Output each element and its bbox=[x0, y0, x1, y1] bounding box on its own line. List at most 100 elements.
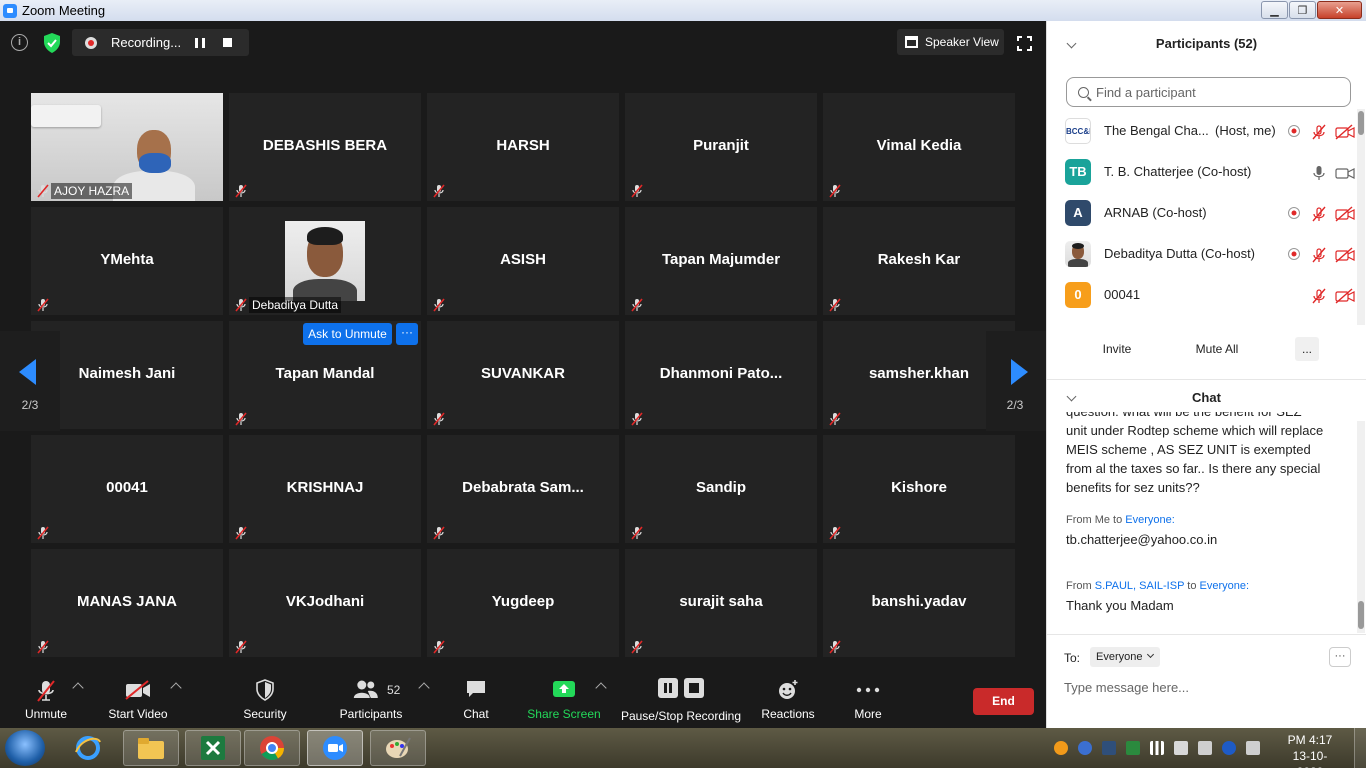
next-page-button[interactable]: 2/3 bbox=[986, 331, 1046, 431]
participant-tile-name: Tapan Majumder bbox=[661, 251, 781, 268]
close-button[interactable]: ✕ bbox=[1317, 1, 1362, 19]
info-icon[interactable]: i bbox=[11, 34, 28, 51]
video-area: i Recording... Speaker View AJOY HAZRA DE… bbox=[0, 21, 1046, 728]
chat-recipient-dropdown[interactable]: Everyone bbox=[1090, 647, 1160, 667]
participant-tile[interactable]: Yugdeep bbox=[427, 549, 619, 657]
taskbar-zoom[interactable] bbox=[307, 730, 363, 766]
participant-row[interactable]: A ARNAB (Co-host) bbox=[1047, 192, 1357, 233]
participant-tile[interactable]: Puranjit bbox=[625, 93, 817, 201]
maximize-button[interactable]: ❐ bbox=[1289, 1, 1316, 19]
minimize-button[interactable]: ▁ bbox=[1261, 1, 1288, 19]
participant-avatar: 0 bbox=[1065, 282, 1091, 308]
tray-network-globe-icon[interactable] bbox=[1078, 741, 1092, 755]
participant-tile[interactable]: Debabrata Sam... bbox=[427, 435, 619, 543]
participants-button[interactable]: 52 Participants bbox=[333, 657, 409, 728]
start-video-button[interactable]: Start Video bbox=[102, 657, 174, 728]
participant-tile[interactable]: ASISH bbox=[427, 207, 619, 315]
side-panel: Participants (52) BCC&I The Bengal Cha...… bbox=[1046, 21, 1366, 728]
chat-scrollbar[interactable] bbox=[1357, 421, 1365, 633]
chat-button[interactable]: Chat bbox=[452, 657, 500, 728]
taskbar-clock[interactable]: PM 4:17 13-10-2020 bbox=[1280, 732, 1340, 768]
participants-options-caret[interactable] bbox=[418, 682, 430, 694]
muted-mic-icon bbox=[235, 526, 247, 540]
taskbar-chrome[interactable] bbox=[244, 730, 300, 766]
end-meeting-button[interactable]: End bbox=[973, 688, 1034, 715]
participant-row[interactable]: Debaditya Dutta (Co-host) bbox=[1047, 233, 1357, 274]
participant-tile[interactable]: Rakesh Kar bbox=[823, 207, 1015, 315]
participant-tile[interactable]: HARSH bbox=[427, 93, 619, 201]
participant-list-scrollbar[interactable] bbox=[1357, 109, 1365, 325]
taskbar-explorer[interactable] bbox=[123, 730, 179, 766]
show-desktop-button[interactable] bbox=[1354, 728, 1366, 768]
muted-mic-icon bbox=[433, 298, 445, 312]
taskbar-internet-explorer[interactable] bbox=[60, 730, 116, 766]
pause-recording-icon[interactable] bbox=[195, 37, 205, 48]
fullscreen-icon[interactable] bbox=[1017, 36, 1032, 51]
action-center-flag-icon[interactable] bbox=[1174, 741, 1188, 755]
muted-mic-icon bbox=[37, 526, 49, 540]
participant-tile[interactable]: Vimal Kedia bbox=[823, 93, 1015, 201]
signal-strength-icon[interactable] bbox=[1150, 741, 1164, 755]
participant-tile[interactable]: AJOY HAZRA bbox=[31, 93, 223, 201]
pause-stop-recording-button[interactable]: Pause/Stop Recording bbox=[618, 657, 744, 728]
muted-mic-icon bbox=[433, 640, 445, 654]
start-button[interactable] bbox=[5, 730, 45, 766]
participant-tile[interactable]: surajit saha bbox=[625, 549, 817, 657]
mute-all-button[interactable]: Mute All bbox=[1185, 337, 1249, 361]
participant-tile[interactable]: MANAS JANA bbox=[31, 549, 223, 657]
participant-tile[interactable]: Kishore bbox=[823, 435, 1015, 543]
participant-tile[interactable]: YMehta bbox=[31, 207, 223, 315]
stop-recording-icon[interactable] bbox=[223, 38, 232, 47]
participant-tile[interactable]: DEBASHIS BERA bbox=[229, 93, 421, 201]
more-label: More bbox=[854, 707, 882, 721]
participant-tile[interactable]: 00041 bbox=[31, 435, 223, 543]
taskbar-paint[interactable] bbox=[370, 730, 426, 766]
participant-tile[interactable]: banshi.yadav bbox=[823, 549, 1015, 657]
taskbar-excel[interactable] bbox=[185, 730, 241, 766]
share-screen-button[interactable]: Share Screen bbox=[526, 657, 602, 728]
ask-to-unmute-button[interactable]: Ask to Unmute bbox=[303, 323, 392, 345]
more-button[interactable]: More bbox=[840, 657, 896, 728]
muted-mic-icon bbox=[1311, 247, 1327, 263]
participant-search-box[interactable] bbox=[1066, 77, 1351, 107]
participant-row[interactable]: 0 00041 bbox=[1047, 274, 1357, 315]
participant-scroll-thumb[interactable] bbox=[1358, 111, 1364, 135]
participant-tile[interactable]: Tapan Majumder bbox=[625, 207, 817, 315]
muted-mic-icon bbox=[37, 680, 55, 702]
participant-tile[interactable]: Debaditya Dutta bbox=[229, 207, 421, 315]
tray-v-icon[interactable] bbox=[1126, 741, 1140, 755]
chat-more-button[interactable]: ··· bbox=[1329, 647, 1351, 667]
encryption-shield-icon[interactable] bbox=[42, 32, 62, 54]
participant-tile[interactable]: KRISHNAJ bbox=[229, 435, 421, 543]
participant-row[interactable]: TB T. B. Chatterjee (Co-host) bbox=[1047, 151, 1357, 192]
tray-app-icon[interactable] bbox=[1054, 741, 1068, 755]
right-arrow-icon bbox=[1011, 359, 1028, 385]
participant-tile[interactable]: SUVANKAR bbox=[427, 321, 619, 429]
invite-button[interactable]: Invite bbox=[1093, 337, 1141, 361]
bluetooth-icon[interactable] bbox=[1222, 741, 1236, 755]
more-dots-icon bbox=[856, 687, 880, 693]
volume-icon[interactable] bbox=[1246, 741, 1260, 755]
tray-device-icon[interactable] bbox=[1198, 741, 1212, 755]
clock-date: 13-10-2020 bbox=[1292, 749, 1328, 768]
tile-more-button[interactable]: ··· bbox=[396, 323, 418, 345]
participant-search-input[interactable] bbox=[1096, 84, 1336, 100]
chat-scroll-thumb[interactable] bbox=[1358, 601, 1364, 629]
reactions-button[interactable]: Reactions bbox=[757, 657, 819, 728]
speaker-view-button[interactable]: Speaker View bbox=[897, 29, 1004, 55]
pause-stop-recording-label: Pause/Stop Recording bbox=[620, 709, 742, 723]
unmute-button[interactable]: Unmute bbox=[14, 657, 78, 728]
tray-window-icon[interactable] bbox=[1102, 741, 1116, 755]
participants-more-button[interactable]: ... bbox=[1295, 337, 1319, 361]
previous-page-button[interactable]: 2/3 bbox=[0, 331, 60, 431]
participant-tile[interactable]: VKJodhani bbox=[229, 549, 421, 657]
chat-message-input[interactable] bbox=[1064, 677, 1354, 697]
participant-tile[interactable]: Sandip bbox=[625, 435, 817, 543]
muted-mic-icon bbox=[235, 184, 247, 198]
share-screen-label: Share Screen bbox=[527, 707, 601, 721]
participant-row[interactable]: BCC&I The Bengal Cha... (Host, me) bbox=[1047, 110, 1357, 151]
security-button[interactable]: Security bbox=[233, 657, 297, 728]
security-label: Security bbox=[243, 707, 287, 721]
participant-tile[interactable]: Dhanmoni Pato... bbox=[625, 321, 817, 429]
recording-permission-icon bbox=[1287, 124, 1301, 138]
